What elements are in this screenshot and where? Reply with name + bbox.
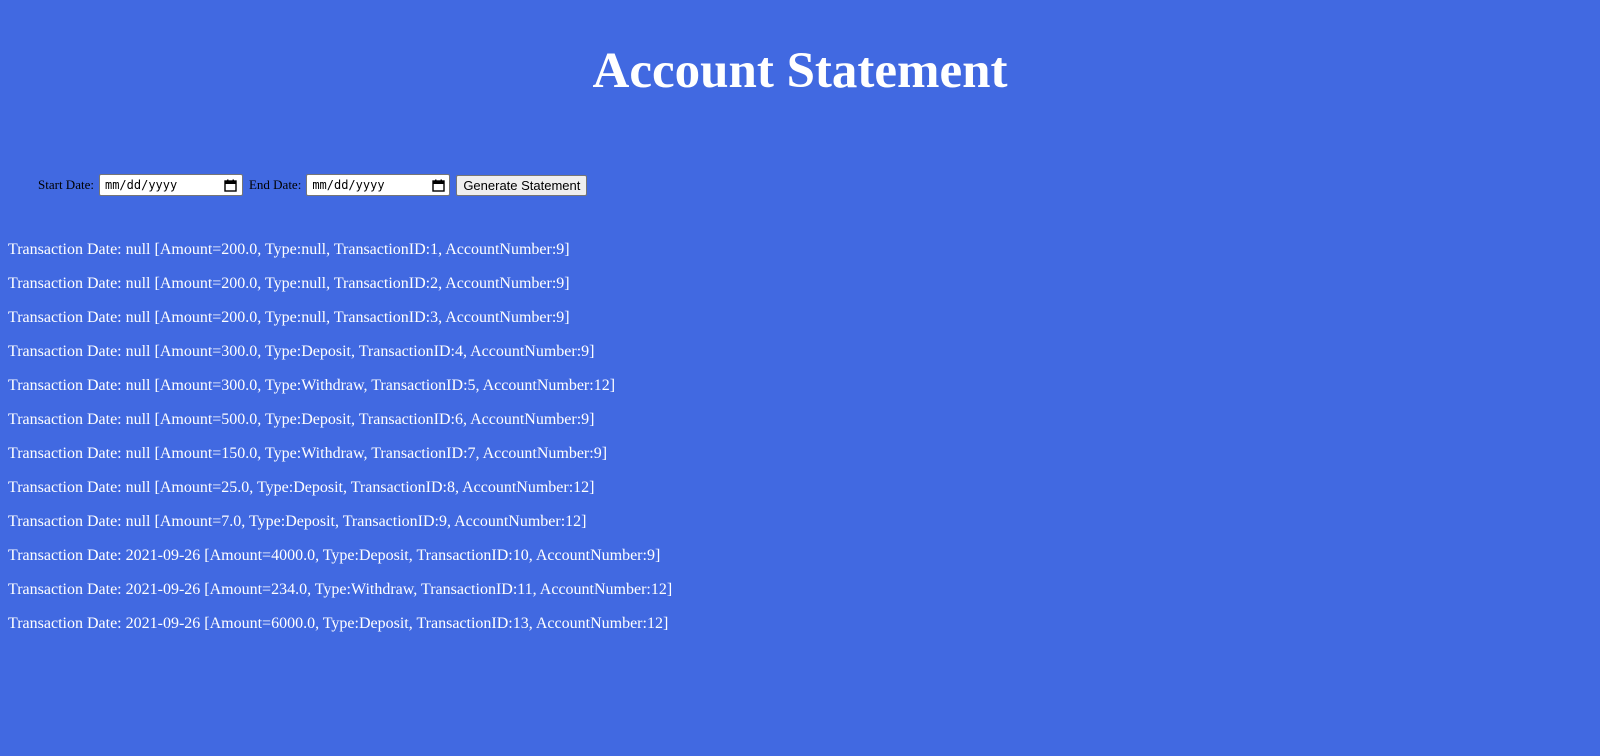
transaction-item: Transaction Date: null [Amount=7.0, Type… (8, 513, 587, 530)
transaction-item: Transaction Date: 2021-09-26 [Amount=400… (8, 547, 661, 564)
transaction-item: Transaction Date: null [Amount=300.0, Ty… (8, 377, 616, 394)
start-date-input[interactable]: mm/dd/yyyy (98, 174, 243, 196)
transaction-list: Transaction Date: null [Amount=200.0, Ty… (8, 240, 672, 648)
statement-form: Start Date: mm/dd/yyyy End Date: mm/dd/y… (38, 174, 588, 196)
transaction-item: Transaction Date: 2021-09-26 [Amount=600… (8, 615, 669, 632)
transaction-item: Transaction Date: null [Amount=25.0, Typ… (8, 479, 595, 496)
start-date-label: Start Date: (38, 177, 94, 192)
calendar-icon[interactable] (431, 178, 445, 192)
generate-statement-button[interactable]: Generate Statement (456, 174, 588, 196)
page-title: Account Statement (592, 43, 1008, 99)
transaction-item: Transaction Date: null [Amount=300.0, Ty… (8, 343, 595, 360)
start-date-value: mm/dd/yyyy (104, 178, 178, 192)
transaction-item: Transaction Date: null [Amount=200.0, Ty… (8, 241, 570, 258)
calendar-icon[interactable] (224, 178, 238, 192)
transaction-item: Transaction Date: null [Amount=200.0, Ty… (8, 275, 570, 292)
transaction-item: Transaction Date: 2021-09-26 [Amount=234… (8, 581, 673, 598)
transaction-item: Transaction Date: null [Amount=500.0, Ty… (8, 411, 595, 428)
end-date-label: End Date: (248, 177, 302, 192)
page: Account Statement Start Date: mm/dd/yyyy… (0, 0, 1600, 756)
transaction-item: Transaction Date: null [Amount=150.0, Ty… (8, 445, 608, 462)
transaction-item: Transaction Date: null [Amount=200.0, Ty… (8, 309, 570, 326)
end-date-value: mm/dd/yyyy (312, 178, 385, 192)
end-date-input[interactable]: mm/dd/yyyy (306, 174, 451, 196)
